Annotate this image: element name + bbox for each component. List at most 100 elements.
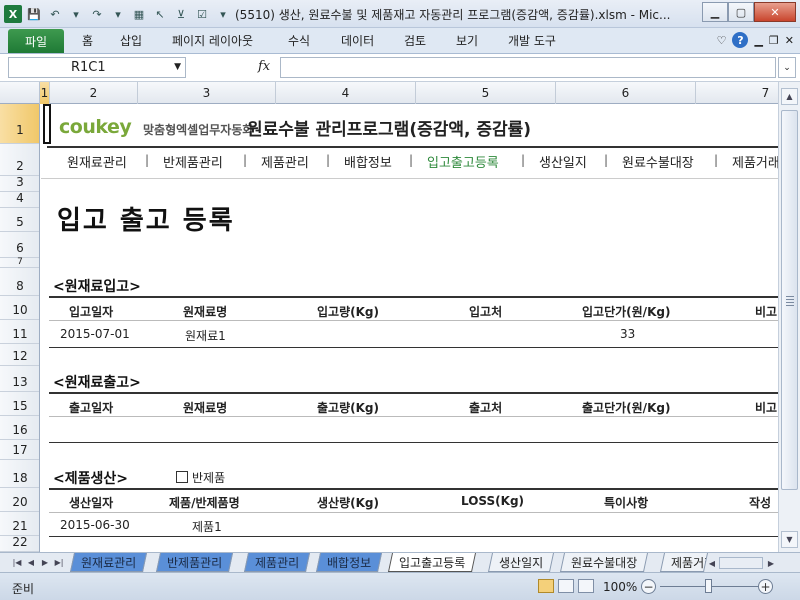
sheet-tab-material-ledger[interactable]: 원료수불대장 <box>559 553 649 572</box>
cell-unit-price[interactable]: 33 <box>620 327 635 341</box>
scroll-up-icon[interactable]: ▲ <box>781 88 798 105</box>
minimize-icon[interactable]: ▁ <box>702 2 728 22</box>
sheet-tab-recipe-info[interactable]: 배합정보 <box>315 553 383 572</box>
cell-material-name[interactable]: 원재료1 <box>185 327 226 344</box>
undo-icon[interactable]: ↶ <box>46 5 64 23</box>
row-header[interactable]: 21 <box>0 512 39 536</box>
select-all-corner[interactable] <box>0 82 40 104</box>
scroll-right-icon[interactable]: ▶ <box>764 556 778 570</box>
vertical-scroll-thumb[interactable] <box>781 110 798 490</box>
zoom-slider-thumb[interactable] <box>705 579 712 593</box>
selected-cell[interactable] <box>43 104 51 144</box>
save-icon[interactable]: 💾 <box>25 5 43 23</box>
nav-item-semi-products[interactable]: 반제품관리 <box>163 152 223 171</box>
row-header[interactable]: 4 <box>0 191 39 208</box>
row-header[interactable]: 5 <box>0 208 39 232</box>
cell-product-name[interactable]: 제품1 <box>192 518 222 535</box>
vertical-scrollbar[interactable]: ▲ ▼ <box>778 82 800 552</box>
tab-page-layout[interactable]: 페이지 레이아웃 <box>172 32 253 49</box>
workbook-minimize-icon[interactable]: ▁ <box>754 34 762 47</box>
cursor-icon[interactable]: ↖ <box>151 5 169 23</box>
customize-toolbar-icon[interactable]: ▾ <box>214 5 232 23</box>
row-header[interactable]: 22 <box>0 535 39 552</box>
expand-formula-bar-icon[interactable]: ⌄ <box>778 57 796 78</box>
row-header[interactable]: 7 <box>0 257 39 268</box>
sheet-tab-in-out-register[interactable]: 입고출고등록 <box>387 553 477 572</box>
page-break-view-icon[interactable] <box>578 579 594 593</box>
normal-view-icon[interactable] <box>538 579 554 593</box>
row-header[interactable]: 10 <box>0 296 39 320</box>
row-header[interactable]: 11 <box>0 320 39 344</box>
undo-dropdown-icon[interactable]: ▾ <box>67 5 85 23</box>
close-icon[interactable]: ✕ <box>754 2 796 22</box>
row-header[interactable]: 1 <box>0 104 39 144</box>
column-header[interactable]: 2 <box>50 82 138 104</box>
formula-input[interactable] <box>280 57 776 78</box>
scroll-down-icon[interactable]: ▼ <box>781 531 798 548</box>
semi-product-checkbox[interactable] <box>176 471 188 483</box>
row-header[interactable]: 16 <box>0 416 39 440</box>
minimize-ribbon-icon[interactable]: ♡ <box>717 34 727 47</box>
row-header[interactable]: 17 <box>0 440 39 460</box>
redo-icon[interactable]: ↷ <box>88 5 106 23</box>
row-header[interactable]: 2 <box>0 144 39 176</box>
page-layout-view-icon[interactable] <box>558 579 574 593</box>
form-icon[interactable]: ☑ <box>193 5 211 23</box>
filter-icon[interactable]: ⊻ <box>172 5 190 23</box>
zoom-out-icon[interactable]: − <box>641 579 656 594</box>
zoom-in-icon[interactable]: + <box>758 579 773 594</box>
horizontal-scroll-thumb[interactable] <box>719 557 763 569</box>
tab-review[interactable]: 검토 <box>404 32 426 49</box>
tab-developer[interactable]: 개발 도구 <box>508 32 556 49</box>
cell-date[interactable]: 2015-07-01 <box>60 327 130 341</box>
tab-view[interactable]: 보기 <box>456 32 478 49</box>
tab-insert[interactable]: 삽입 <box>120 32 142 49</box>
name-box[interactable]: R1C1 ▼ <box>8 57 186 78</box>
excel-app-icon[interactable]: X <box>4 5 22 23</box>
sheet-tab-raw-materials[interactable]: 원재료관리 <box>69 553 148 572</box>
tab-formulas[interactable]: 수식 <box>288 32 310 49</box>
nav-item-material-ledger[interactable]: 원료수불대장 <box>622 152 694 171</box>
column-header[interactable]: 3 <box>138 82 276 104</box>
sheet-tab-production-log[interactable]: 생산일지 <box>487 553 555 572</box>
nav-item-products[interactable]: 제품관리 <box>261 152 309 171</box>
sheet-tab-semi-products[interactable]: 반제품관리 <box>155 553 234 572</box>
sheet-tab-product-trade[interactable]: 제품거래 <box>659 553 709 572</box>
redo-dropdown-icon[interactable]: ▾ <box>109 5 127 23</box>
prev-sheet-icon[interactable]: ◀ <box>24 555 38 569</box>
row-header[interactable]: 15 <box>0 392 39 416</box>
column-header[interactable]: 6 <box>556 82 696 104</box>
column-header[interactable]: 5 <box>416 82 556 104</box>
nav-item-recipe-info[interactable]: 배합정보 <box>344 152 392 171</box>
workbook-close-icon[interactable]: ✕ <box>785 34 794 47</box>
column-header[interactable]: 4 <box>276 82 416 104</box>
row-header[interactable]: 18 <box>0 460 39 488</box>
worksheet-area[interactable]: coukey 맞춤형엑셀업무자동화 원료수불 관리프로그램(증감액, 증감률) … <box>41 104 778 552</box>
next-sheet-icon[interactable]: ▶ <box>38 555 52 569</box>
row-header[interactable]: 20 <box>0 488 39 512</box>
sheet-tab-products[interactable]: 제품관리 <box>243 553 311 572</box>
workbook-restore-icon[interactable]: ❐ <box>769 34 779 47</box>
horizontal-scrollbar[interactable]: ◀ ▶ <box>705 556 778 570</box>
scroll-left-icon[interactable]: ◀ <box>705 556 719 570</box>
nav-item-in-out-register[interactable]: 입고출고등록 <box>427 152 499 171</box>
nav-item-product-trade[interactable]: 제품거래 <box>732 152 778 171</box>
help-icon[interactable]: ? <box>732 32 749 48</box>
nav-item-production-log[interactable]: 생산일지 <box>539 152 587 171</box>
insert-function-icon[interactable]: fx <box>258 59 270 74</box>
table-icon[interactable]: ▦ <box>130 5 148 23</box>
row-header[interactable]: 12 <box>0 344 39 366</box>
row-header[interactable]: 3 <box>0 175 39 192</box>
first-sheet-icon[interactable]: |◀ <box>10 555 24 569</box>
row-header[interactable]: 6 <box>0 232 39 258</box>
column-header[interactable]: 1 <box>40 82 50 104</box>
cell-date[interactable]: 2015-06-30 <box>60 518 130 532</box>
maximize-icon[interactable]: ▢ <box>728 2 754 22</box>
zoom-level[interactable]: 100% <box>603 580 637 594</box>
row-header[interactable]: 13 <box>0 366 39 392</box>
row-header[interactable]: 8 <box>0 268 39 296</box>
nav-item-raw-materials[interactable]: 원재료관리 <box>67 152 127 171</box>
tab-data[interactable]: 데이터 <box>341 32 374 49</box>
last-sheet-icon[interactable]: ▶| <box>52 555 66 569</box>
tab-file[interactable]: 파일 <box>8 29 64 53</box>
